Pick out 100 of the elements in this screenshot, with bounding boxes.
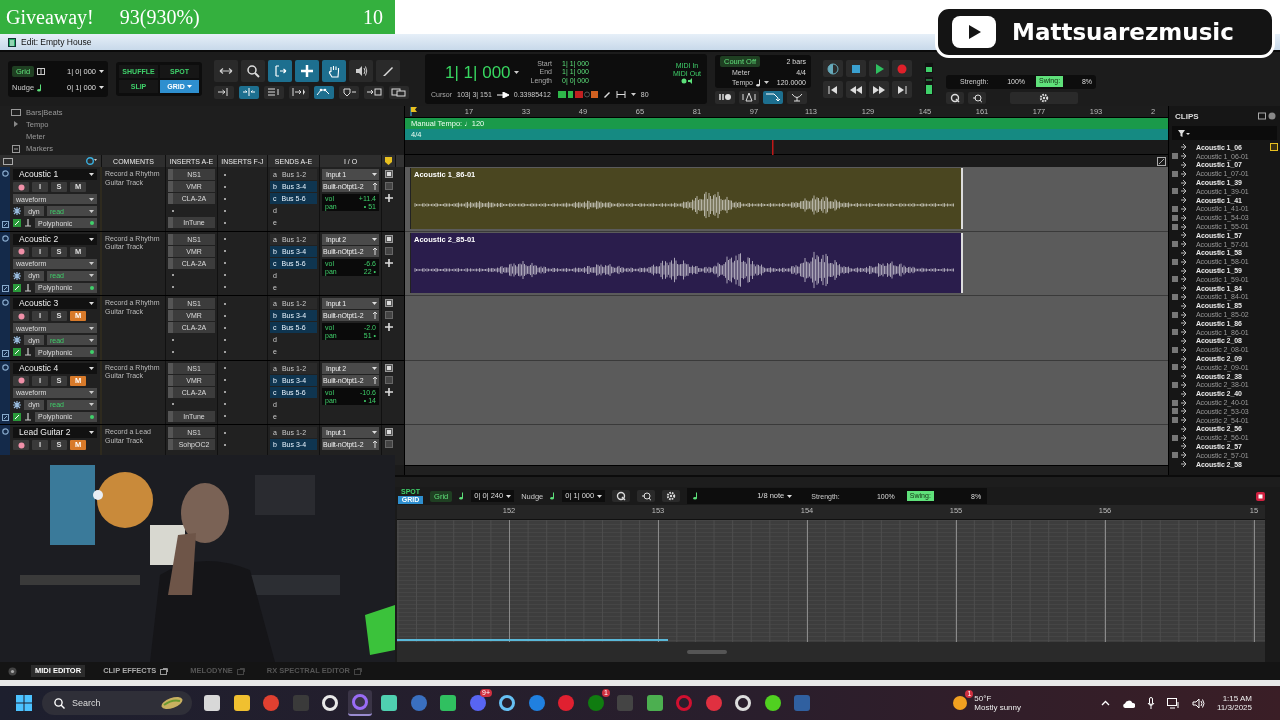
play-logo-icon [952,16,996,48]
track-name-field[interactable]: Acoustic 4 [13,362,97,374]
link-timeline-button[interactable] [239,85,259,99]
pencil-tool-button[interactable] [376,59,400,82]
resize-icon [1,220,9,228]
settings-icon [666,491,677,501]
record-enable-button[interactable] [13,440,29,450]
metronome-button[interactable] [739,90,759,104]
filter-icon [1178,129,1190,137]
go-to-end-button[interactable] [892,81,912,98]
search-placeholder: Search [72,698,101,708]
caret-icon [89,274,94,277]
zoomer-tool-button[interactable] [241,59,265,82]
output-icon [373,376,377,384]
search-icon [54,697,65,709]
insertion-follows-playback-button[interactable] [339,85,359,99]
window-button-icon [385,170,393,178]
scrollbar[interactable] [405,465,1168,475]
caret-icon [597,494,603,498]
chevron-up-icon [1101,700,1110,706]
loop-arrow-icon [765,92,781,102]
caret-icon [99,86,104,89]
caret-icon [89,326,94,330]
caret-icon [372,237,377,241]
temperature: 50°F [974,694,993,703]
main-counter[interactable]: 1| 1| 000 [445,64,519,81]
caret-icon [186,85,192,88]
search-icon [246,63,260,78]
expand-icon [1181,452,1187,459]
mirror-edit-button[interactable] [264,85,284,99]
zoom-in-icon [972,92,982,103]
tick-icon [24,412,32,421]
track-name-field[interactable]: Acoustic 2 [13,233,97,245]
note-icon [459,492,465,500]
trim-tool-button[interactable] [268,59,292,82]
fast-forward-button[interactable] [869,81,889,98]
record-enable-button[interactable] [13,311,29,321]
zoom-toggle-button[interactable] [214,59,238,82]
settings-button[interactable] [1010,91,1078,104]
track-name-field[interactable]: Lead Guitar 2 [13,427,97,438]
expand-icon [1181,276,1187,283]
track-name-field[interactable]: Acoustic 1 [13,169,97,180]
automation-follows-edit-button[interactable] [314,85,334,99]
quantize-button[interactable] [612,490,631,502]
track-name-field[interactable]: Acoustic 3 [13,298,97,309]
note-icon [756,78,761,87]
taskbar-app-button[interactable] [347,690,372,716]
expand-icon [1181,355,1187,362]
target-icon [1,234,9,242]
lines-icon [266,87,282,97]
conductor-button[interactable] [787,90,807,104]
caret-icon [372,302,377,305]
plus-icon [385,258,393,267]
clip-info-icon [1172,381,1178,388]
target-icon [1,428,9,435]
clip-info-icon [1172,329,1178,336]
selector-tool-button[interactable] [295,59,319,82]
loop-button[interactable] [763,90,783,104]
tab-to-transient-button[interactable] [214,85,234,99]
settings-button[interactable] [662,490,681,502]
clip-info-icon [1172,364,1178,371]
resize-icon [1157,156,1166,166]
search-field[interactable]: Search [42,691,192,715]
zoom-button[interactable] [637,490,656,502]
clip-info-icon [1172,346,1178,353]
pencil-icon [602,91,611,98]
rewind-button[interactable] [846,81,866,98]
record-enable-button[interactable] [13,246,29,257]
return-to-zero-button[interactable] [823,81,843,98]
split-arrows-icon [241,87,257,97]
giveaway-number: 10 [363,5,383,29]
status-dot-icon [90,350,94,354]
target-icon [1,170,9,177]
scroll-thumb[interactable] [687,650,727,654]
scrubber-tool-button[interactable] [349,59,373,82]
expand-icon [1181,179,1187,186]
quantize-button[interactable] [946,91,964,104]
midi-activity-icon [681,77,693,84]
clock-date: 11/3/2025 [1217,703,1252,712]
stop-button[interactable] [846,60,866,77]
expand-icon [1181,188,1187,195]
link-selection-button[interactable] [364,85,384,99]
record-enable-button[interactable] [13,375,29,386]
online-button[interactable] [823,60,843,77]
plus-icon [385,323,393,331]
record-enable-button[interactable] [13,182,29,192]
window-config-button[interactable] [389,85,409,99]
caret-icon [89,262,94,265]
play-button[interactable] [869,60,889,77]
caret-icon [89,173,94,176]
grabber-tool-button[interactable] [322,59,346,82]
expand-icon [1181,214,1187,221]
plus-icon [385,387,393,396]
giveaway-count: 93(930%) [119,5,200,29]
pause-button[interactable] [715,90,735,104]
zoom-button[interactable] [968,91,986,104]
clip-info-icon [1172,153,1178,160]
expand-icon [1181,162,1187,168]
tab-button[interactable] [289,85,309,99]
status-dot-icon [90,221,94,225]
